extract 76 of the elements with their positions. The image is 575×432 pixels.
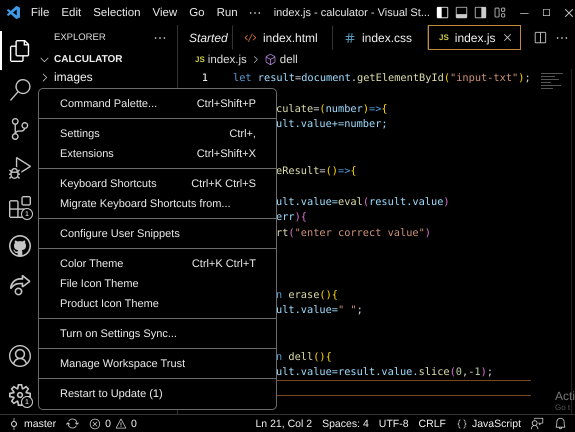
layout-icon[interactable] [493,6,506,19]
live-share-icon[interactable] [9,274,31,296]
code-line: eResult=()=>{ [276,164,357,177]
code-line: ult.value=result.value.slice(0,-1); [276,366,494,378]
menu-item[interactable]: Edit [61,6,82,18]
folder-name[interactable]: CALCULATOR [54,54,123,64]
line-number: 1 [200,72,209,84]
source-control-icon[interactable] [9,118,31,140]
editor-tab[interactable]: JS index.js [428,25,521,50]
code-line: rt("enter correct value") [276,226,431,239]
branch-name[interactable]: master [24,418,56,430]
menu-item[interactable]: Extensions Ctrl+Shift+X [39,144,276,164]
maximize-icon[interactable] [541,6,552,18]
code-line: culate=(number)=>{ [276,102,388,115]
bell-icon[interactable] [554,417,567,430]
activation-notice-text: Go t [555,403,572,412]
menu-item[interactable]: Turn on Settings Sync... [39,324,276,344]
sidebar-title: EXPLORER [54,32,106,43]
cursor-position[interactable]: Ln 21, Col 2 [255,418,312,430]
account-icon[interactable] [9,344,31,366]
editor-tab[interactable]: index.css [333,25,428,50]
menu-item[interactable]: Command Palette... Ctrl+Shift+P [39,94,276,114]
warning-count[interactable]: 0 [130,418,137,430]
menu-item[interactable]: Color Theme Ctrl+K Ctrl+T [39,254,276,274]
cube-icon [264,53,277,66]
menu-item[interactable]: View [152,6,178,18]
code-line: n erase(){ [276,288,338,301]
warning-icon[interactable] [114,418,127,430]
sync-icon[interactable] [66,417,80,430]
run-debug-icon[interactable] [9,156,31,178]
files-icon[interactable] [9,40,31,62]
close-icon[interactable] [563,6,575,18]
encoding[interactable]: UTF-8 [378,418,409,430]
sidebar-toggle-icon[interactable] [436,6,449,19]
search-icon[interactable] [9,78,31,100]
menu-item[interactable]: File Icon Theme [39,274,276,294]
error-icon[interactable] [89,418,102,430]
panel-toggle-icon[interactable] [455,6,468,19]
breadcrumb-item[interactable]: dell [280,54,298,66]
menu-item[interactable]: Configure User Snippets [39,224,276,244]
breadcrumb-item[interactable]: index.js [208,54,247,66]
menu-item[interactable]: Go [189,6,205,18]
code-line: ult.value+=number; [276,118,388,130]
feedback-icon[interactable] [531,417,544,430]
js-file-icon: JS [439,33,449,42]
hash-icon [344,32,356,44]
app-logo-icon [6,4,22,20]
menu-item[interactable]: Restart to Update (1) [39,384,276,404]
error-count[interactable]: 0 [105,418,111,430]
menu-item[interactable]: Manage Workspace Trust [39,354,276,374]
menu-item[interactable]: Run [216,6,238,18]
braces-icon[interactable] [456,418,468,430]
menu-item[interactable]: Selection [93,6,141,18]
code-line: n dell(){ [276,350,332,363]
menu-item[interactable]: Keyboard Shortcuts Ctrl+K Ctrl+S [39,174,276,194]
github-icon[interactable] [9,234,31,256]
menu-item[interactable]: File [30,6,50,18]
code-line: err){ [276,211,308,224]
language-mode[interactable]: JavaScript [472,418,521,430]
menu-item[interactable]: Product Icon Theme [39,294,276,314]
menu-item[interactable]: Migrate Keyboard Shortcuts from... [39,194,276,214]
code-brackets-icon [244,31,257,44]
tree-item[interactable]: images [54,70,93,84]
js-file-icon: JS [195,55,205,64]
sidebar-right-icon[interactable] [474,6,487,19]
code-line: let result=document.getElementById("input-txt"); [233,72,531,84]
split-editor-icon[interactable] [533,30,547,44]
activation-notice-title: Acti [555,389,575,403]
window-title: index.js - calculator - Visual St... [274,6,430,18]
code-line: ult.value=" "; [276,304,363,316]
code-line: ult.value=eval(result.value) [276,196,450,208]
indentation[interactable]: Spaces: 4 [322,418,369,430]
line-ending[interactable]: CRLF [418,418,446,430]
editor-tab[interactable]: Started [178,25,233,50]
menu-item[interactable]: Settings Ctrl+, [39,124,276,144]
editor-tab[interactable]: index.html [233,25,333,50]
